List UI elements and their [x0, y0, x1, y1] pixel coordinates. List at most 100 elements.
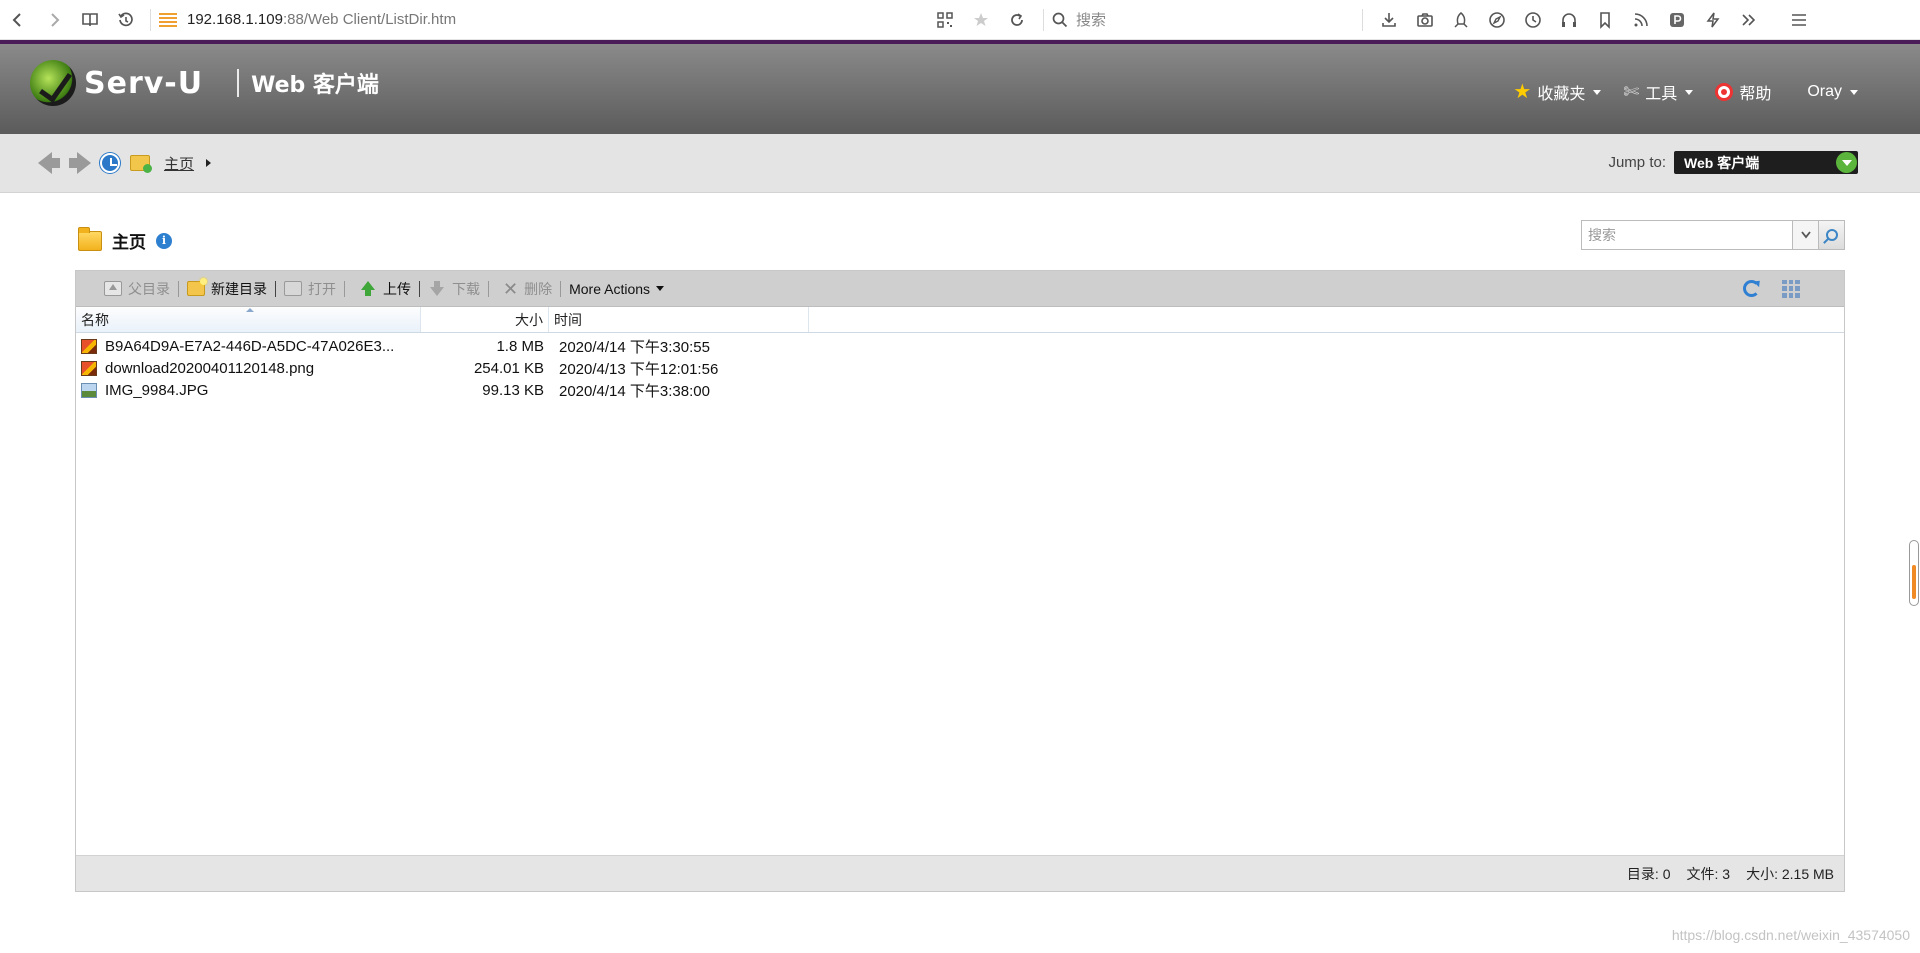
jump-to-value: Web 客户端	[1684, 154, 1760, 171]
scrollbar-thumb[interactable]	[1912, 565, 1916, 599]
headphones-icon[interactable]	[1551, 0, 1587, 40]
folder-name: 主页	[112, 233, 146, 253]
page-scrollbar[interactable]	[1909, 540, 1919, 606]
sort-ascending-icon	[246, 308, 254, 312]
dropdown-arrow-icon[interactable]	[1836, 152, 1857, 173]
rocket-icon[interactable]	[1443, 0, 1479, 40]
compass-icon[interactable]	[1479, 0, 1515, 40]
clock-icon[interactable]	[1515, 0, 1551, 40]
help-menu[interactable]: 帮助	[1715, 80, 1771, 104]
chevron-down-icon	[1685, 89, 1694, 95]
favorites-label: 收藏夹	[1537, 86, 1586, 103]
magnifier-icon	[1825, 229, 1838, 241]
file-size: 99.13 KB	[482, 381, 544, 399]
user-menu[interactable]: Oray	[1807, 83, 1858, 101]
parent-folder-icon	[104, 281, 122, 296]
toolbar-separator	[344, 280, 345, 297]
file-row[interactable]: IMG_9984.JPG 99.13 KB 2020/4/14 下午3:38:0…	[76, 379, 1844, 401]
jump-to: Jump to: Web 客户端	[1608, 151, 1858, 174]
folder-go-icon[interactable]	[130, 155, 152, 173]
nav-forward-button[interactable]	[66, 152, 91, 174]
star-icon: ★	[1513, 81, 1532, 103]
column-size[interactable]: 大小	[421, 307, 549, 332]
logo-divider	[237, 69, 240, 97]
address-bar[interactable]: 192.168.1.109:88/Web Client/ListDir.htm	[187, 11, 927, 28]
toolbar-right	[1743, 279, 1844, 298]
info-icon[interactable]: i	[156, 232, 172, 249]
download-button[interactable]: 下载	[420, 279, 488, 299]
image-file-icon	[81, 338, 97, 354]
file-size: 1.8 MB	[496, 337, 544, 355]
download-arrow-icon	[428, 281, 446, 296]
back-icon[interactable]	[0, 0, 36, 40]
url-host: 192.168.1.109	[187, 11, 283, 28]
camera-icon[interactable]	[1407, 0, 1443, 40]
parent-directory-button[interactable]: 父目录	[96, 279, 178, 299]
app-header: Serv-U Web 客户端 ★ 收藏夹 ✄ 工具 帮助 Oray	[0, 40, 1920, 134]
logo-mark-icon	[30, 60, 76, 106]
file-time: 2020/4/14 下午3:30:55	[559, 338, 710, 356]
recent-history-icon[interactable]	[100, 153, 120, 173]
column-filler	[809, 307, 1844, 332]
url-divider	[150, 8, 151, 31]
column-time[interactable]: 时间	[549, 307, 809, 332]
new-folder-icon	[187, 278, 207, 296]
delete-x-icon: ✕	[503, 278, 519, 299]
breadcrumb-home[interactable]: 主页	[164, 153, 194, 174]
file-time: 2020/4/14 下午3:38:00	[559, 382, 710, 400]
download-icon[interactable]	[1371, 0, 1407, 40]
search-button[interactable]	[1818, 221, 1844, 249]
menu-icon[interactable]	[1781, 0, 1817, 40]
reload-icon[interactable]	[999, 0, 1035, 40]
browser-search-field[interactable]: 搜索	[1044, 0, 1354, 40]
forward-icon[interactable]	[36, 0, 72, 40]
chevron-down-icon	[656, 286, 665, 291]
navigation-bar: 主页 Jump to: Web 客户端	[0, 134, 1920, 193]
status-bar: 目录: 0 文件: 3 大小: 2.15 MB	[76, 855, 1844, 891]
tools-menu[interactable]: ✄ 工具	[1623, 80, 1694, 104]
status-size: 大小: 2.15 MB	[1746, 865, 1834, 882]
breadcrumb-arrow-icon[interactable]	[206, 159, 212, 167]
help-label: 帮助	[1739, 86, 1772, 103]
page-icon	[159, 12, 177, 27]
bookmark-icon[interactable]	[1587, 0, 1623, 40]
chevron-down-icon	[1800, 231, 1811, 239]
file-row[interactable]: download20200401120148.png 254.01 KB 202…	[76, 357, 1844, 379]
file-name: IMG_9984.JPG	[105, 381, 209, 399]
p-icon[interactable]	[1659, 0, 1695, 40]
reader-icon[interactable]	[72, 0, 108, 40]
file-name: B9A64D9A-E7A2-446D-A5DC-47A026E3...	[105, 337, 395, 355]
lightning-icon[interactable]	[1695, 0, 1731, 40]
user-label: Oray	[1807, 83, 1842, 100]
serv-u-logo[interactable]: Serv-U Web 客户端	[30, 60, 379, 106]
history-icon[interactable]	[108, 0, 144, 40]
search-icon	[1052, 12, 1068, 27]
url-path: :88/Web Client/ListDir.htm	[282, 11, 457, 28]
qrcode-icon[interactable]	[927, 0, 963, 40]
star-icon[interactable]	[963, 0, 999, 40]
column-time-label: 时间	[554, 311, 582, 328]
new-directory-button[interactable]: 新建目录	[179, 278, 275, 299]
file-name: download20200401120148.png	[105, 359, 315, 377]
file-search-input[interactable]	[1582, 221, 1792, 249]
nav-back-button[interactable]	[34, 152, 60, 174]
file-list: B9A64D9A-E7A2-446D-A5DC-47A026E3... 1.8 …	[76, 333, 1844, 401]
open-button[interactable]: 打开	[276, 279, 344, 299]
more-icon[interactable]	[1731, 0, 1767, 40]
favorites-menu[interactable]: ★ 收藏夹	[1513, 80, 1602, 104]
view-grid-icon[interactable]	[1782, 279, 1800, 298]
delete-label: 删除	[524, 280, 553, 297]
jump-to-select[interactable]: Web 客户端	[1674, 151, 1858, 174]
wrench-icon: ✄	[1623, 81, 1640, 103]
file-size: 254.01 KB	[473, 359, 544, 377]
refresh-icon[interactable]	[1743, 280, 1760, 297]
delete-button[interactable]: ✕ 删除	[495, 279, 560, 299]
more-actions-button[interactable]: More Actions	[561, 281, 672, 297]
column-name[interactable]: 名称	[76, 307, 421, 332]
lifebuoy-icon	[1715, 83, 1734, 101]
search-options-dropdown[interactable]	[1792, 221, 1818, 249]
toolbar-separator	[488, 280, 489, 297]
upload-button[interactable]: 上传	[351, 279, 419, 299]
rss-icon[interactable]	[1623, 0, 1659, 40]
file-row[interactable]: B9A64D9A-E7A2-446D-A5DC-47A026E3... 1.8 …	[76, 335, 1844, 357]
